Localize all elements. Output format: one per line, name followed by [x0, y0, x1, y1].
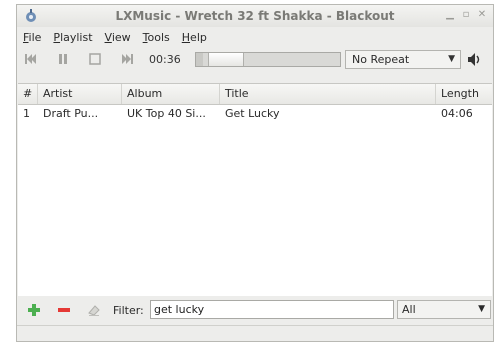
cell-album: UK Top 40 Si...	[127, 107, 206, 120]
chevron-down-icon: ▼	[448, 54, 455, 64]
title-bar[interactable]: LXMusic - Wretch 32 ft Shakka - Blackout…	[17, 5, 493, 27]
column-header-title[interactable]: Title	[220, 84, 436, 104]
app-window: LXMusic - Wretch 32 ft Shakka - Blackout…	[16, 4, 494, 342]
status-bar	[17, 325, 493, 342]
playlist-table: # Artist Album Title Length 1 Draft Pu..…	[18, 83, 492, 296]
cell-number: 1	[23, 107, 30, 120]
elapsed-time: 00:36	[149, 53, 181, 66]
filter-bar: Filter: All ▼	[17, 297, 493, 323]
remove-icon[interactable]	[57, 303, 71, 317]
column-header-artist[interactable]: Artist	[38, 84, 122, 104]
volume-icon[interactable]	[467, 52, 483, 67]
previous-icon[interactable]	[25, 53, 37, 65]
clear-icon[interactable]	[87, 303, 101, 317]
table-header: # Artist Album Title Length	[18, 84, 492, 105]
menu-playlist[interactable]: Playlist	[53, 31, 92, 44]
cell-title: Get Lucky	[225, 107, 280, 120]
seek-slider[interactable]	[195, 52, 341, 67]
filter-field-select[interactable]: All ▼	[397, 300, 491, 319]
menu-bar: File Playlist View Tools Help	[17, 27, 499, 47]
chevron-down-icon: ▼	[478, 304, 485, 314]
seek-handle[interactable]	[208, 53, 244, 66]
menu-help[interactable]: Help	[182, 31, 207, 44]
menu-file[interactable]: File	[23, 31, 41, 44]
menu-tools[interactable]: Tools	[143, 31, 170, 44]
filter-input[interactable]	[150, 300, 394, 319]
filter-label: Filter:	[113, 304, 144, 317]
playback-toolbar: 00:36 No Repeat ▼	[17, 48, 493, 72]
table-row[interactable]: 1 Draft Pu... UK Top 40 Si... Get Lucky …	[18, 105, 492, 123]
column-header-number[interactable]: #	[18, 84, 38, 104]
stop-icon[interactable]	[89, 53, 101, 65]
repeat-mode-select[interactable]: No Repeat ▼	[345, 50, 461, 69]
repeat-mode-value: No Repeat	[352, 53, 410, 66]
pause-icon[interactable]	[57, 53, 69, 65]
maximize-icon[interactable]: ▫	[461, 9, 471, 21]
seek-progress	[196, 53, 204, 66]
minimize-icon[interactable]: ▁	[445, 9, 455, 21]
cell-artist: Draft Pu...	[43, 107, 99, 120]
filter-field-value: All	[402, 303, 416, 316]
cell-length: 04:06	[441, 107, 473, 120]
column-header-album[interactable]: Album	[122, 84, 220, 104]
menu-view[interactable]: View	[105, 31, 131, 44]
next-icon[interactable]	[121, 53, 133, 65]
add-icon[interactable]	[27, 303, 41, 317]
close-icon[interactable]: ✕	[477, 9, 487, 21]
column-header-length[interactable]: Length	[436, 84, 492, 104]
window-title: LXMusic - Wretch 32 ft Shakka - Blackout	[115, 9, 395, 23]
